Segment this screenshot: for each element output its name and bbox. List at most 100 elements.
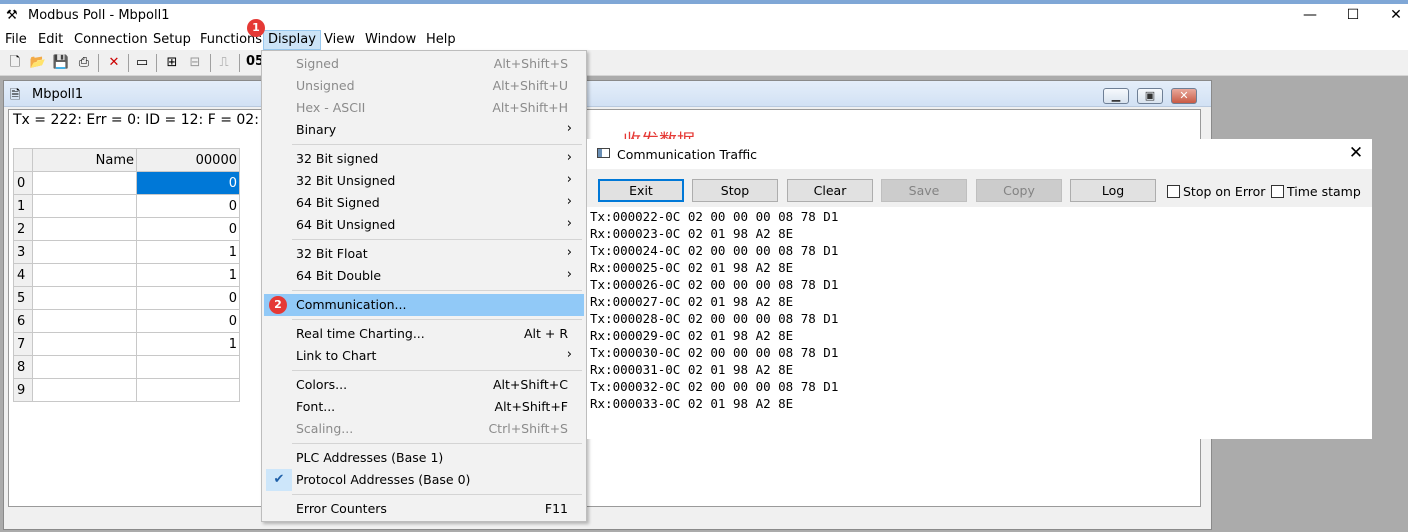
menu-file[interactable]: File [1,30,31,50]
menu-item-signed[interactable]: Signed Alt+Shift+S [264,53,584,75]
table-row[interactable]: 71 [13,332,240,356]
comm-titlebar[interactable]: Communication Traffic ✕ [587,139,1372,169]
menu-connection[interactable]: Connection [70,30,152,50]
child-close-button[interactable]: ✕ [1171,88,1197,104]
value-cell[interactable]: 0 [136,286,240,310]
menu-window[interactable]: Window [361,30,420,50]
menu-item-64bit-unsigned[interactable]: 64 Bit Unsigned › [264,214,584,236]
disconnect-icon[interactable]: ⊟ [185,53,205,73]
time-stamp-checkbox[interactable]: Time stamp [1271,184,1361,199]
menu-item-label: Font... [296,399,336,414]
menu-item-32bit-unsigned[interactable]: 32 Bit Unsigned › [264,170,584,192]
toolbar-separator [156,54,157,72]
log-button[interactable]: Log [1070,179,1156,202]
menu-help[interactable]: Help [422,30,460,50]
table-row[interactable]: 41 [13,263,240,287]
value-cell[interactable]: 0 [136,217,240,241]
value-cell[interactable]: 1 [136,240,240,264]
grid-value-header[interactable]: 00000 [136,148,240,172]
table-row[interactable]: 8 [13,355,240,379]
child-minimize-button[interactable]: ▁ [1103,88,1129,104]
menu-item-unsigned[interactable]: Unsigned Alt+Shift+U [264,75,584,97]
child-restore-button[interactable]: ▣ [1137,88,1163,104]
child-titlebar[interactable]: 🗎 Mbpoll1 ▁ ▣ ✕ [4,81,1211,107]
save-button[interactable]: Save [881,179,967,202]
value-cell[interactable]: 1 [136,332,240,356]
table-row[interactable]: 31 [13,240,240,264]
submenu-arrow-icon: › [566,267,572,282]
menu-display[interactable]: Display [263,30,321,50]
menu-item-plc-addresses[interactable]: PLC Addresses (Base 1) [264,447,584,469]
display-dropdown-menu: Signed Alt+Shift+S Unsigned Alt+Shift+U He… [261,50,587,522]
connect-icon[interactable]: ⊞ [162,53,182,73]
name-cell[interactable] [32,263,137,287]
menu-view[interactable]: View [320,30,359,50]
menu-item-scaling[interactable]: Scaling... Ctrl+Shift+S [264,418,584,440]
traffic-line: Tx:000030-0C 02 00 00 00 08 78 D1 [590,345,839,360]
clear-button[interactable]: Clear [787,179,873,202]
table-row[interactable]: 9 [13,378,240,402]
traffic-log[interactable]: Tx:000022-0C 02 00 00 00 08 78 D1 Rx:000… [590,208,1370,436]
menu-item-protocol-addresses[interactable]: ✔ Protocol Addresses (Base 0) [264,469,584,491]
name-cell[interactable] [32,332,137,356]
name-cell[interactable] [32,194,137,218]
name-cell[interactable] [32,217,137,241]
open-folder-icon[interactable]: 📂 [28,53,48,73]
value-cell[interactable]: 1 [136,263,240,287]
menu-item-realtime-charting[interactable]: Real time Charting... Alt + R [264,323,584,345]
name-cell[interactable] [32,286,137,310]
close-button[interactable]: ✕ [1373,4,1408,28]
menu-edit[interactable]: Edit [34,30,67,50]
traffic-line: Tx:000032-0C 02 00 00 00 08 78 D1 [590,379,839,394]
menu-item-hex-ascii[interactable]: Hex - ASCII Alt+Shift+H [264,97,584,119]
toolbar-separator [239,54,240,72]
menu-item-label: 64 Bit Unsigned [296,217,396,232]
menu-item-link-to-chart[interactable]: Link to Chart › [264,345,584,367]
comm-close-button[interactable]: ✕ [1346,143,1366,163]
menu-item-binary[interactable]: Binary › [264,119,584,141]
name-cell[interactable] [32,309,137,333]
table-row[interactable]: 20 [13,217,240,241]
value-cell[interactable] [136,378,240,402]
value-cell[interactable] [136,355,240,379]
print-icon[interactable]: ⎙ [74,53,94,73]
traffic-line: Tx:000028-0C 02 00 00 00 08 78 D1 [590,311,839,326]
value-cell[interactable]: 0 [136,171,240,195]
value-cell[interactable]: 0 [136,309,240,333]
menu-item-colors[interactable]: Colors... Alt+Shift+C [264,374,584,396]
menu-item-64bit-signed[interactable]: 64 Bit Signed › [264,192,584,214]
table-row[interactable]: 10 [13,194,240,218]
menu-item-font[interactable]: Font... Alt+Shift+F [264,396,584,418]
stop-on-error-checkbox[interactable]: Stop on Error [1167,184,1265,199]
minimize-button[interactable]: — [1287,4,1333,28]
communication-traffic-window[interactable]: Communication Traffic ✕ Exit Stop Clear … [587,139,1372,439]
name-cell[interactable] [32,378,137,402]
menu-item-error-counters[interactable]: Error Counters F11 [264,498,584,520]
table-row[interactable]: 60 [13,309,240,333]
value-cell[interactable]: 0 [136,194,240,218]
name-cell[interactable] [32,240,137,264]
menu-item-32bit-float[interactable]: 32 Bit Float › [264,243,584,265]
table-row[interactable]: 00 [13,171,240,195]
checkbox-box[interactable] [1167,185,1180,198]
window-icon[interactable]: ▭ [132,53,152,73]
toolbar-separator [210,54,211,72]
menu-item-32bit-signed[interactable]: 32 Bit signed › [264,148,584,170]
menu-setup[interactable]: Setup [149,30,195,50]
exit-button[interactable]: Exit [598,179,684,202]
maximize-button[interactable]: ☐ [1330,4,1376,28]
grid-name-header[interactable]: Name [32,148,137,172]
copy-button[interactable]: Copy [976,179,1062,202]
app-titlebar[interactable]: ⚒ Modbus Poll - Mbpoll1 — ☐ ✕ [0,4,1408,28]
table-row[interactable]: 50 [13,286,240,310]
new-file-icon[interactable]: 🗋 [5,53,25,73]
name-cell[interactable] [32,355,137,379]
menu-item-64bit-double[interactable]: 64 Bit Double › [264,265,584,287]
save-disk-icon[interactable]: 💾 [51,53,71,73]
pulse-icon[interactable]: ⎍ [214,53,234,73]
name-cell[interactable] [32,171,137,195]
stop-button[interactable]: Stop [692,179,778,202]
checkbox-box[interactable] [1271,185,1284,198]
menu-item-communication[interactable]: Communication... [264,294,584,316]
delete-x-icon[interactable]: ✕ [104,53,124,73]
